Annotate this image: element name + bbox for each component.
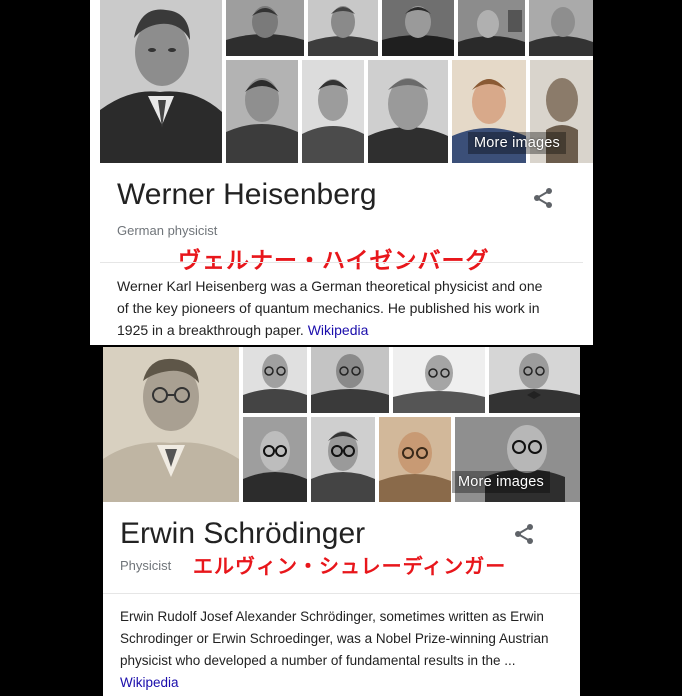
entity-description: Werner Karl Heisenberg was a German theo…	[117, 275, 557, 341]
thumbnail-photo[interactable]	[308, 0, 378, 56]
japanese-name-annotation: エルヴィン・シュレーディンガー	[193, 554, 507, 578]
thumbnail-photo[interactable]	[458, 0, 525, 56]
more-images-link[interactable]: More images	[452, 471, 551, 493]
wikipedia-link[interactable]: Wikipedia	[308, 322, 369, 338]
entity-title: Werner Heisenberg	[117, 178, 377, 211]
divider	[103, 593, 580, 594]
thumbnail-photo[interactable]	[243, 417, 307, 502]
thumbnail-photo[interactable]	[368, 60, 448, 163]
divider	[100, 262, 583, 263]
main-portrait-photo[interactable]	[103, 347, 239, 502]
share-icon[interactable]	[512, 522, 536, 546]
entity-subtitle: German physicist	[117, 223, 218, 238]
thumbnail-photo[interactable]	[379, 417, 451, 502]
thumbnail-photo[interactable]	[226, 0, 304, 56]
knowledge-panel-heisenberg: More images Werner Heisenberg German phy…	[90, 0, 593, 345]
thumbnail-photo[interactable]	[529, 0, 593, 56]
knowledge-panel-schrodinger: More images Erwin Schrödinger Physicist …	[103, 347, 580, 696]
thumbnail-photo[interactable]	[226, 60, 298, 163]
thumbnail-photo[interactable]	[382, 0, 454, 56]
thumbnail-photo[interactable]	[489, 347, 580, 413]
entity-subtitle: Physicist	[120, 558, 172, 573]
description-text: Erwin Rudolf Josef Alexander Schrödinger…	[120, 609, 549, 668]
entity-title: Erwin Schrödinger	[120, 517, 366, 550]
entity-description: Erwin Rudolf Josef Alexander Schrödinger…	[120, 606, 560, 694]
more-images-link[interactable]: More images	[468, 132, 567, 154]
main-portrait-photo[interactable]	[100, 0, 222, 163]
thumbnail-photo[interactable]	[311, 417, 375, 502]
share-icon[interactable]	[531, 186, 555, 210]
wikipedia-link[interactable]: Wikipedia	[120, 675, 179, 690]
thumbnail-photo[interactable]	[302, 60, 364, 163]
thumbnail-photo[interactable]	[243, 347, 307, 413]
thumbnail-photo[interactable]	[393, 347, 485, 413]
japanese-name-annotation: ヴェルナー・ハイゼンバーグ	[178, 248, 490, 274]
thumbnail-photo[interactable]	[311, 347, 389, 413]
